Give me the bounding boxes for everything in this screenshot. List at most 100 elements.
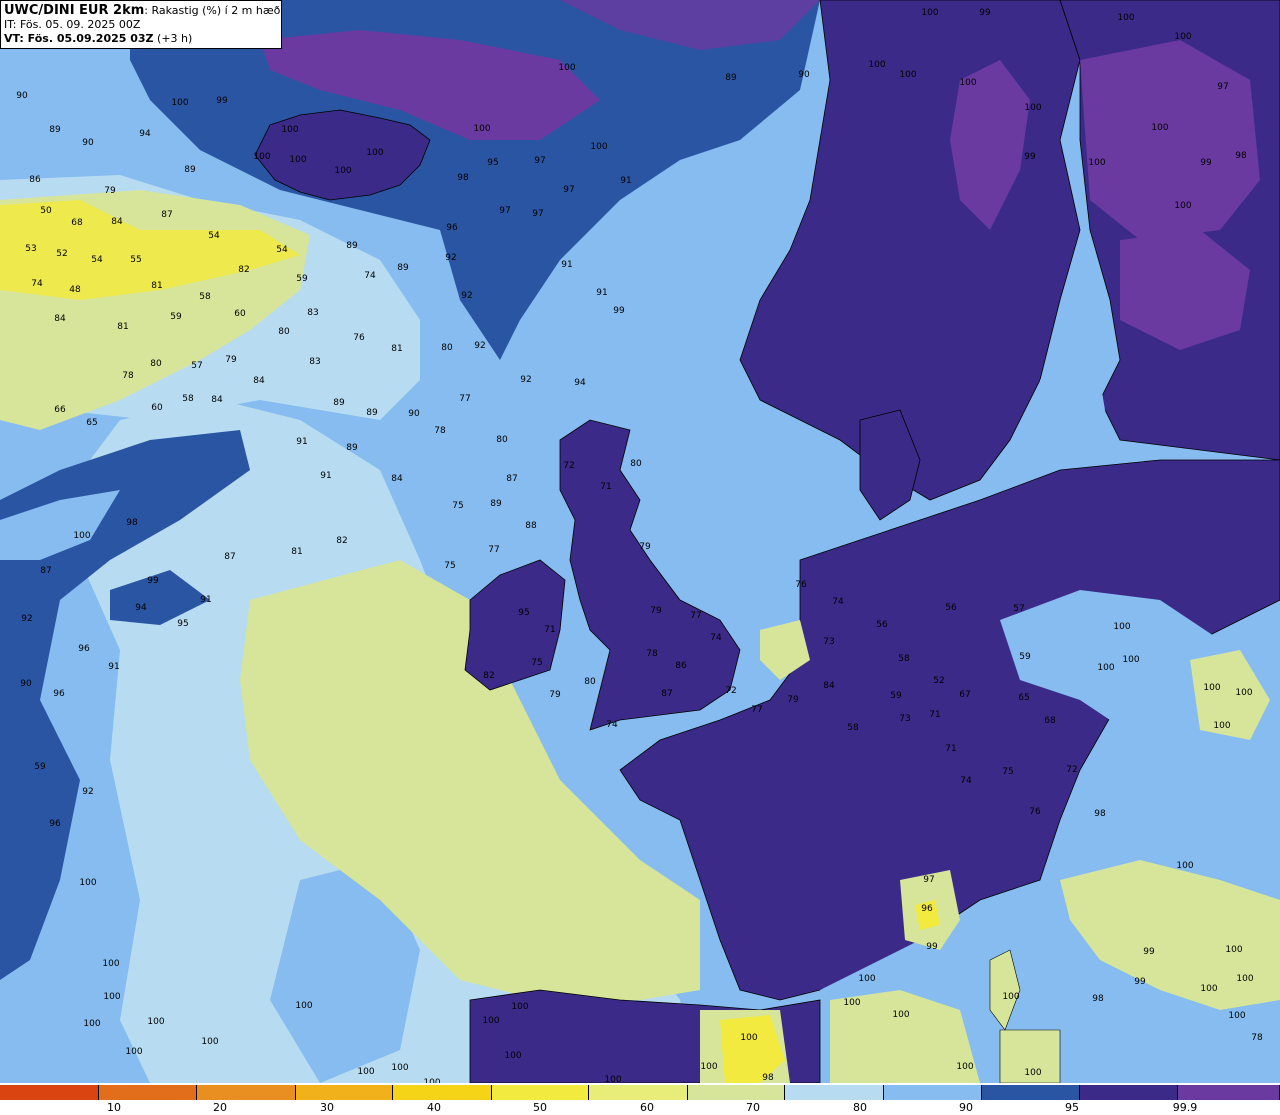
value-label: 73 xyxy=(899,714,911,724)
value-label: 80 xyxy=(150,359,162,369)
legend-tick: 80 xyxy=(853,1101,867,1114)
value-label: 100 xyxy=(1228,1011,1246,1021)
value-label: 100 xyxy=(147,1017,165,1027)
value-label: 100 xyxy=(253,152,271,162)
value-label: 81 xyxy=(391,344,403,354)
value-label: 92 xyxy=(82,787,94,797)
value-label: 58 xyxy=(898,654,910,664)
value-label: 92 xyxy=(520,375,532,385)
value-label: 95 xyxy=(518,608,530,618)
value-label: 68 xyxy=(1044,716,1056,726)
field-name: : Rakastig (%) í 2 m hæð xyxy=(144,4,281,17)
legend-tick: 90 xyxy=(959,1101,973,1114)
value-label: 91 xyxy=(620,176,632,186)
value-label: 74 xyxy=(832,597,844,607)
value-label: 96 xyxy=(446,223,458,233)
value-label: 100 xyxy=(171,98,189,108)
legend-segment xyxy=(295,1085,394,1100)
value-label: 84 xyxy=(211,395,223,405)
value-label: 84 xyxy=(823,681,835,691)
value-label: 97 xyxy=(923,875,935,885)
value-label: 100 xyxy=(334,166,352,176)
value-label: 83 xyxy=(307,308,319,318)
value-label: 77 xyxy=(751,705,763,715)
value-label: 56 xyxy=(945,603,957,613)
value-label: 75 xyxy=(531,658,543,668)
value-label: 100 xyxy=(959,78,977,88)
value-label: 57 xyxy=(191,361,203,371)
value-label: 74 xyxy=(31,279,43,289)
value-label: 100 xyxy=(700,1062,718,1072)
value-label: 100 xyxy=(558,63,576,73)
legend-segment xyxy=(981,1085,1081,1100)
legend-tick: 20 xyxy=(213,1101,227,1114)
value-label: 73 xyxy=(823,637,835,647)
value-label: 71 xyxy=(600,482,612,492)
value-label: 56 xyxy=(876,620,888,630)
value-label: 100 xyxy=(1151,123,1169,133)
value-label: 83 xyxy=(309,357,321,367)
value-label: 94 xyxy=(574,378,586,388)
value-label: 86 xyxy=(29,175,41,185)
value-label: 79 xyxy=(104,186,116,196)
value-label: 50 xyxy=(40,206,52,216)
value-label: 65 xyxy=(86,418,98,428)
value-label: 59 xyxy=(34,762,46,772)
value-label: 53 xyxy=(25,244,37,254)
value-label: 91 xyxy=(320,471,332,481)
value-label: 100 xyxy=(1176,861,1194,871)
value-label: 96 xyxy=(49,819,61,829)
value-label: 67 xyxy=(959,690,971,700)
legend-bar xyxy=(0,1085,1280,1100)
value-label: 59 xyxy=(890,691,902,701)
value-label: 87 xyxy=(224,552,236,562)
value-label: 78 xyxy=(1251,1033,1263,1043)
value-label: 78 xyxy=(122,371,134,381)
legend-tick: 60 xyxy=(640,1101,654,1114)
value-label: 100 xyxy=(1225,945,1243,955)
value-label: 99 xyxy=(1143,947,1155,957)
value-label: 100 xyxy=(1088,158,1106,168)
value-label: 90 xyxy=(798,70,810,80)
value-label: 80 xyxy=(584,677,596,687)
legend-tick: 99.9 xyxy=(1172,1101,1198,1114)
value-label: 92 xyxy=(474,341,486,351)
value-label: 59 xyxy=(296,274,308,284)
value-label: 100 xyxy=(843,998,861,1008)
value-label: 91 xyxy=(596,288,608,298)
value-label: 89 xyxy=(346,241,358,251)
legend-segment xyxy=(98,1085,198,1100)
value-label: 100 xyxy=(1235,688,1253,698)
value-label: 89 xyxy=(333,398,345,408)
value-label: 79 xyxy=(650,606,662,616)
value-label: 100 xyxy=(79,878,97,888)
value-label: 95 xyxy=(177,619,189,629)
value-label: 54 xyxy=(208,231,220,241)
value-label: 76 xyxy=(1029,807,1041,817)
humidity-map: 90 100 99 89 90 89 100 86 79 94 100 100 100 100 100 97 9… xyxy=(0,0,1280,1083)
legend-segment xyxy=(785,1085,885,1100)
legend-segment xyxy=(1080,1085,1178,1100)
color-legend: 10 20 30 40 50 60 70 80 90 95 99.9 xyxy=(0,1083,1280,1115)
value-label: 100 xyxy=(1122,655,1140,665)
value-label: 91 xyxy=(561,260,573,270)
value-label: 100 xyxy=(899,70,917,80)
valid-time: VT: Fös. 05.09.2025 03Z xyxy=(4,32,154,45)
value-label: 78 xyxy=(434,426,446,436)
legend-segment xyxy=(884,1085,982,1100)
value-label: 97 xyxy=(534,156,546,166)
value-label: 76 xyxy=(353,333,365,343)
legend-tick: 70 xyxy=(746,1101,760,1114)
value-label: 100 xyxy=(73,531,91,541)
value-label: 80 xyxy=(441,343,453,353)
value-label: 100 xyxy=(504,1051,522,1061)
value-label: 74 xyxy=(606,720,618,730)
value-label: 68 xyxy=(71,218,83,228)
value-label: 84 xyxy=(54,314,66,324)
value-label: 79 xyxy=(639,542,651,552)
value-label: 86 xyxy=(675,661,687,671)
value-label: 99 xyxy=(1024,152,1036,162)
value-label: 89 xyxy=(346,443,358,453)
value-label: 77 xyxy=(488,545,500,555)
valid-time-line: VT: Fös. 05.09.2025 03Z (+3 h) xyxy=(4,32,281,46)
